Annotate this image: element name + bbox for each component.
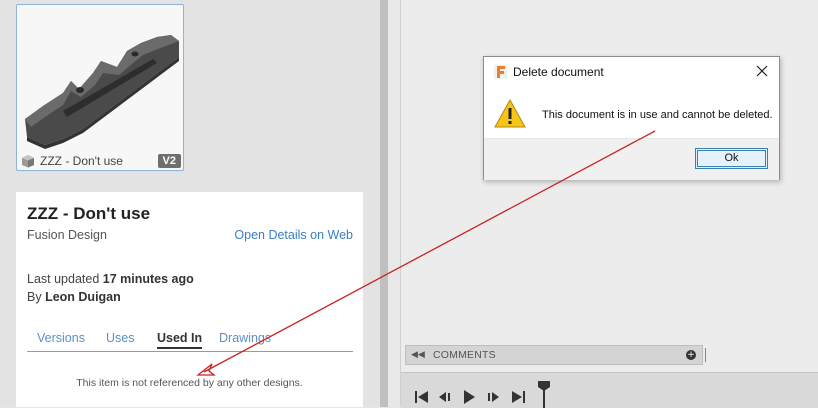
comments-label: COMMENTS [433, 349, 496, 361]
tab-versions[interactable]: Versions [37, 331, 85, 345]
design-title: ZZZ - Don't use [27, 204, 151, 223]
last-updated-label: Last updated [27, 272, 100, 286]
tab-drawings[interactable]: Drawings [219, 331, 271, 345]
close-icon[interactable] [754, 63, 770, 79]
thumbnail-footer: ZZZ - Don't use V2 [21, 153, 181, 169]
warning-icon [494, 99, 526, 128]
step-back-icon[interactable] [436, 389, 454, 405]
design-type: Fusion Design [27, 228, 107, 242]
dialog-body: This document is in use and cannot be de… [484, 87, 779, 138]
play-icon[interactable] [460, 389, 478, 405]
comments-bar[interactable]: ◀◀ COMMENTS + [405, 345, 706, 365]
fusion-f-icon [494, 65, 507, 79]
timeline-bar [401, 372, 818, 408]
skip-to-start-icon[interactable] [413, 389, 431, 405]
panel-edge [388, 0, 401, 407]
ok-button[interactable]: Ok [695, 148, 768, 169]
last-updated-value: 17 minutes ago [102, 272, 194, 286]
skip-to-end-icon[interactable] [509, 389, 527, 405]
last-updated-text: Last updated 17 minutes ago [27, 272, 194, 286]
delete-document-dialog: Delete document This document is in use … [483, 56, 780, 180]
details-tabs: Versions Uses Used In Drawings [27, 329, 353, 352]
comments-grip[interactable] [705, 348, 708, 362]
version-badge[interactable]: V2 [157, 154, 181, 168]
design-cube-icon [22, 155, 34, 168]
design-details-card: ZZZ - Don't use Fusion Design Open Detai… [16, 192, 363, 407]
author-text: By Leon Duigan [27, 290, 121, 304]
dialog-message: This document is in use and cannot be de… [542, 109, 773, 121]
timeline-marker-icon[interactable] [538, 381, 550, 408]
open-details-on-web-link[interactable]: Open Details on Web [234, 228, 353, 242]
author-name: Leon Duigan [45, 290, 121, 304]
design-thumbnail-image [25, 35, 179, 149]
tab-uses[interactable]: Uses [106, 331, 134, 345]
double-chevron-left-icon[interactable]: ◀◀ [411, 350, 425, 360]
dialog-title: Delete document [513, 65, 604, 79]
dialog-footer: Ok [484, 138, 779, 180]
author-label: By [27, 290, 42, 304]
thumbnail-name: ZZZ - Don't use [40, 154, 123, 168]
plus-circle-icon[interactable]: + [686, 350, 696, 360]
design-thumbnail-card[interactable]: ZZZ - Don't use V2 [16, 4, 184, 171]
panel-splitter[interactable] [380, 0, 388, 407]
used-in-empty-message: This item is not referenced by any other… [76, 377, 303, 389]
tab-used-in[interactable]: Used In [157, 331, 203, 349]
step-forward-icon[interactable] [484, 389, 502, 405]
dialog-titlebar: Delete document [484, 57, 779, 87]
